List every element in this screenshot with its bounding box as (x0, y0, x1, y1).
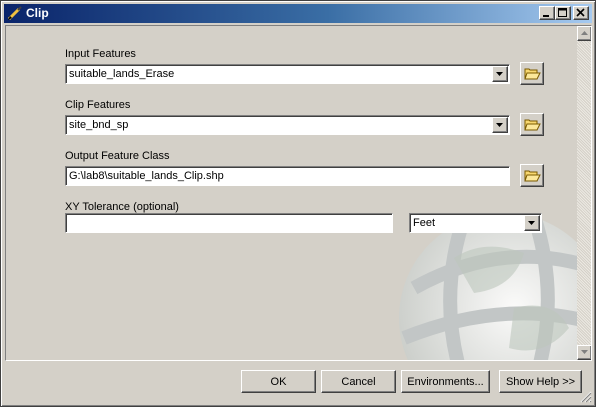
show-help-button[interactable]: Show Help >> (499, 370, 582, 393)
chevron-up-icon (581, 31, 588, 35)
scroll-down-button[interactable] (577, 345, 591, 360)
close-icon (576, 8, 585, 17)
scroll-up-button[interactable] (577, 26, 591, 41)
resize-grip-icon[interactable] (580, 391, 592, 403)
input-features-value: suitable_lands_Erase (69, 68, 175, 80)
clip-features-label: Clip Features (65, 99, 131, 111)
chevron-down-icon (496, 123, 503, 127)
clip-features-browse-button[interactable] (520, 113, 544, 136)
xy-tolerance-label: XY Tolerance (optional) (65, 201, 179, 213)
output-feature-class-label: Output Feature Class (65, 150, 170, 162)
input-features-browse-button[interactable] (520, 62, 544, 85)
chevron-down-icon (496, 72, 503, 76)
maximize-button[interactable] (555, 6, 571, 20)
xy-tolerance-unit-dropdown[interactable]: Feet (409, 213, 542, 233)
output-feature-class-input[interactable]: G:\lab8\suitable_lands_Clip.shp (65, 166, 510, 186)
xy-tolerance-unit-dropdown-button[interactable] (524, 215, 540, 231)
parameters-panel: Input Features suitable_lands_Erase Clip… (5, 25, 592, 361)
ok-button[interactable]: OK (241, 370, 316, 393)
minimize-icon (543, 15, 549, 17)
chevron-down-icon (581, 350, 588, 354)
input-features-label: Input Features (65, 48, 136, 60)
clip-features-dropdown-button[interactable] (492, 117, 508, 133)
chevron-down-icon (528, 221, 535, 225)
environments-button[interactable]: Environments... (401, 370, 490, 393)
clip-dialog: Clip Input Features suitable_lands_Erase… (0, 0, 596, 407)
output-feature-class-value: G:\lab8\suitable_lands_Clip.shp (69, 170, 224, 182)
input-features-dropdown[interactable]: suitable_lands_Erase (65, 64, 510, 84)
xy-tolerance-unit-value: Feet (413, 217, 436, 229)
window-title: Clip (26, 6, 49, 20)
open-folder-icon (524, 119, 541, 131)
vertical-scrollbar[interactable] (577, 26, 591, 360)
close-button[interactable] (573, 6, 589, 20)
input-features-dropdown-button[interactable] (492, 66, 508, 82)
clip-features-value: site_bnd_sp (69, 119, 129, 131)
clip-features-dropdown[interactable]: site_bnd_sp (65, 115, 510, 135)
cancel-button[interactable]: Cancel (321, 370, 396, 393)
minimize-button[interactable] (539, 6, 555, 20)
open-folder-icon (524, 170, 541, 182)
maximize-icon (558, 8, 567, 17)
output-feature-class-browse-button[interactable] (520, 164, 544, 187)
pencil-tool-icon (7, 6, 23, 21)
open-folder-icon (524, 68, 541, 80)
title-bar[interactable]: Clip (4, 4, 592, 23)
xy-tolerance-input[interactable] (65, 213, 393, 233)
